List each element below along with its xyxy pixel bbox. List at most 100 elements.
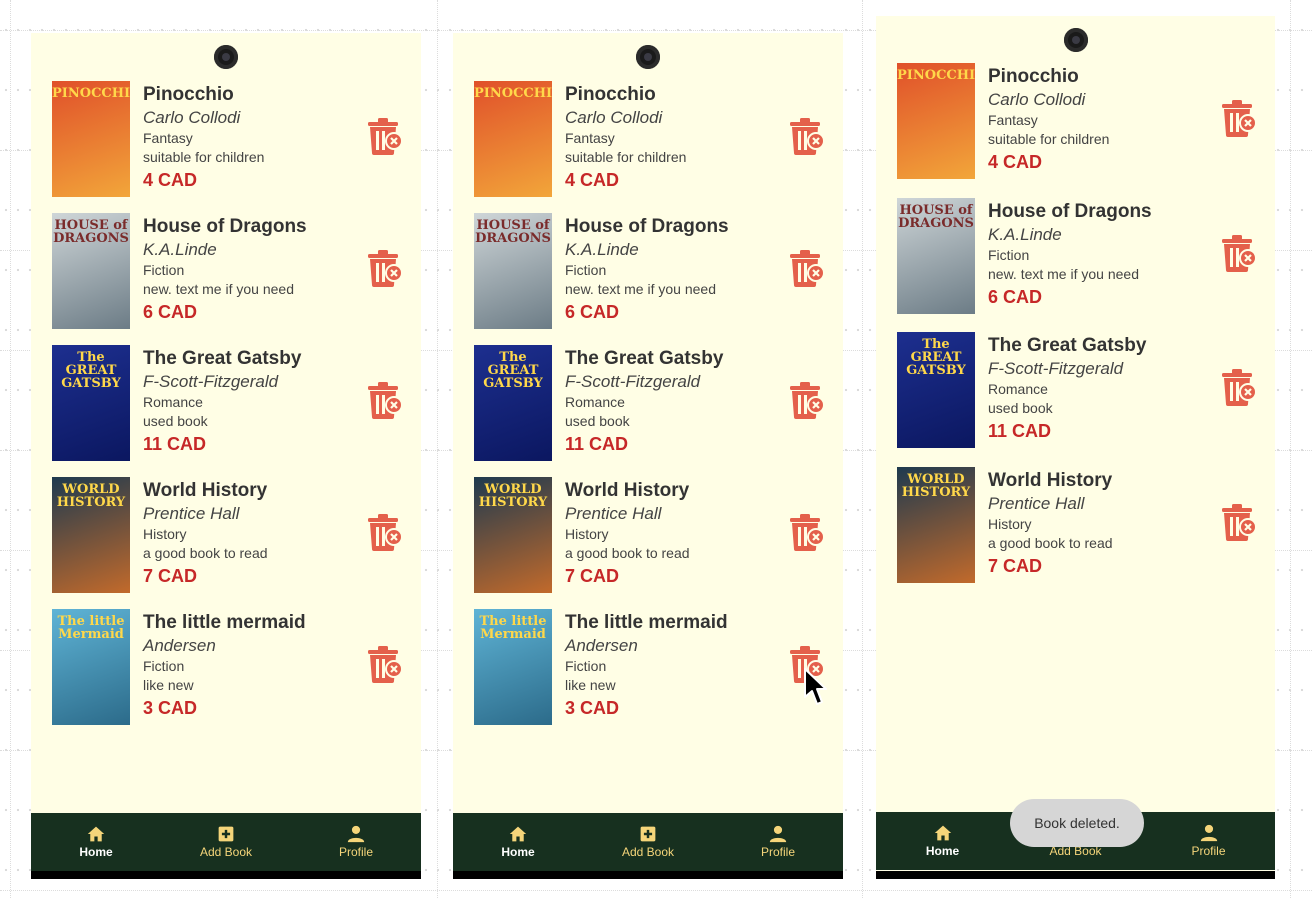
person-icon — [347, 825, 365, 843]
book-title: The Great Gatsby — [988, 335, 1147, 356]
home-icon — [934, 825, 951, 841]
book-title: World History — [143, 480, 268, 501]
book-list-item[interactable]: The GREAT GATSBY The Great Gatsby F-Scott-… — [453, 343, 843, 475]
nav-add-book[interactable]: Add Book — [181, 825, 271, 859]
delete-book-button[interactable] — [365, 248, 403, 288]
trash-delete-icon — [787, 118, 825, 160]
book-list-item[interactable]: HOUSE of DRAGONS House of Dragons K.A.Lind… — [876, 196, 1275, 331]
book-cover-image: WORLD HISTORY — [897, 466, 975, 583]
book-cover-image: PINOCCHIO — [474, 81, 552, 197]
nav-profile-label: Profile — [760, 845, 795, 859]
add-box-icon — [218, 826, 234, 842]
book-cover-title: HOUSE of DRAGONS — [898, 202, 974, 231]
trash-delete-icon — [1219, 234, 1257, 277]
system-nav-bar — [876, 871, 1275, 879]
delete-book-button[interactable] — [1219, 233, 1257, 273]
book-price: 4 CAD — [565, 170, 620, 190]
nav-home[interactable]: Home — [473, 825, 563, 859]
trash-delete-icon — [787, 514, 825, 556]
delete-book-button[interactable] — [1219, 98, 1257, 138]
book-cover-image: The GREAT GATSBY — [897, 332, 975, 448]
delete-book-button[interactable] — [787, 380, 825, 420]
home-icon — [509, 826, 527, 842]
book-title: The Great Gatsby — [143, 348, 302, 369]
phone-screen-3: PINOCCHIOPinocchioCarlo CollodiFantasysu… — [876, 16, 1275, 879]
nav-home[interactable]: Home — [51, 825, 141, 859]
book-list-item[interactable]: WORLD HISTORY World History Prentice Hall H… — [876, 465, 1275, 600]
book-price: 6 CAD — [565, 302, 620, 322]
book-list-item[interactable]: The little Mermaid The little mermaid Ande… — [453, 607, 843, 739]
book-list-item[interactable]: The GREAT GATSBY The Great Gatsby F-Scott-… — [31, 343, 421, 475]
system-nav-bar — [31, 871, 421, 879]
nav-home-label: Home — [925, 844, 960, 858]
toast-message: Book deleted. — [1010, 799, 1144, 847]
book-title: House of Dragons — [143, 216, 307, 237]
book-price: 7 CAD — [143, 566, 198, 586]
trash-delete-icon — [787, 250, 825, 292]
book-cover-image: The little Mermaid — [474, 609, 552, 725]
trash-delete-icon — [365, 646, 403, 688]
book-cover-title: PINOCCHIO — [474, 86, 552, 101]
book-cover-image: HOUSE of DRAGONS — [52, 213, 130, 329]
book-title: House of Dragons — [988, 200, 1152, 222]
phone-screen-1: PINOCCHIOPinocchioCarlo CollodiFantasysu… — [31, 33, 421, 879]
nav-profile[interactable]: Profile — [733, 825, 823, 859]
book-price: 6 CAD — [988, 286, 1043, 307]
book-list-item[interactable]: PINOCCHIOPinocchioCarlo CollodiFantasysu… — [453, 79, 843, 211]
trash-delete-icon — [787, 382, 825, 424]
book-cover-title: WORLD HISTORY — [478, 482, 548, 510]
book-price: 6 CAD — [143, 302, 198, 322]
nav-add-book[interactable]: Add Book — [603, 825, 693, 859]
book-price: 11 CAD — [988, 421, 1052, 441]
delete-book-button[interactable] — [365, 512, 403, 552]
book-list-item[interactable]: The little Mermaid The little mermaid Ande… — [31, 607, 421, 739]
trash-delete-icon — [1219, 369, 1257, 411]
delete-book-button[interactable] — [1219, 502, 1257, 542]
book-price: 11 CAD — [565, 434, 629, 454]
trash-delete-icon — [1219, 100, 1257, 142]
camera-cutout — [636, 45, 660, 69]
delete-book-button[interactable] — [365, 644, 403, 684]
delete-book-button[interactable] — [1219, 367, 1257, 407]
book-cover-image: The little Mermaid — [52, 609, 130, 725]
book-list-item[interactable]: PINOCCHIOPinocchioCarlo CollodiFantasysu… — [876, 61, 1275, 196]
book-list-item[interactable]: PINOCCHIOPinocchioCarlo CollodiFantasysu… — [31, 79, 421, 211]
book-cover-image: WORLD HISTORY — [52, 477, 130, 593]
book-list-item[interactable]: The GREAT GATSBY The Great Gatsby F-Scott-… — [876, 330, 1275, 465]
delete-book-button[interactable] — [365, 116, 403, 156]
nav-profile[interactable]: Profile — [1164, 824, 1254, 858]
book-list-item[interactable]: HOUSE of DRAGONS House of Dragons K.A.Lind… — [31, 211, 421, 343]
trash-delete-icon — [365, 118, 403, 160]
book-cover-image: PINOCCHIO — [897, 63, 975, 179]
book-title: The little mermaid — [565, 612, 728, 633]
book-title: The little mermaid — [143, 612, 306, 633]
book-list-item[interactable]: WORLD HISTORY World History Prentice Hall H… — [453, 475, 843, 607]
nav-profile-label: Profile — [1191, 844, 1226, 858]
person-icon — [769, 825, 787, 843]
trash-delete-icon — [365, 382, 403, 424]
book-price: 3 CAD — [143, 698, 198, 718]
book-cover-image: WORLD HISTORY — [474, 477, 552, 593]
camera-cutout — [214, 45, 238, 69]
book-price: 4 CAD — [143, 170, 198, 190]
delete-book-button[interactable] — [365, 380, 403, 420]
book-cover-title: HOUSE of DRAGONS — [475, 218, 551, 246]
book-cover-title: The GREAT GATSBY — [906, 337, 966, 378]
delete-book-button[interactable] — [787, 116, 825, 156]
book-price: 4 CAD — [988, 152, 1043, 172]
trash-delete-icon — [365, 250, 403, 292]
person-icon — [1200, 824, 1217, 842]
trash-delete-icon — [1219, 503, 1257, 546]
book-cover-title: PINOCCHIO — [897, 68, 975, 83]
book-cover-image: The GREAT GATSBY — [474, 345, 552, 461]
book-list-item[interactable]: HOUSE of DRAGONS House of Dragons K.A.Lind… — [453, 211, 843, 343]
book-cover-image: The GREAT GATSBY — [52, 345, 130, 461]
book-cover-image: PINOCCHIO — [52, 81, 130, 197]
book-list: PINOCCHIOPinocchioCarlo CollodiFantasysu… — [31, 79, 421, 739]
nav-home[interactable]: Home — [898, 824, 988, 858]
book-list-item[interactable]: WORLD HISTORY World History Prentice Hall H… — [31, 475, 421, 607]
delete-book-button[interactable] — [787, 512, 825, 552]
delete-book-button[interactable] — [787, 248, 825, 288]
book-price: 11 CAD — [143, 434, 207, 454]
nav-profile[interactable]: Profile — [311, 825, 401, 859]
